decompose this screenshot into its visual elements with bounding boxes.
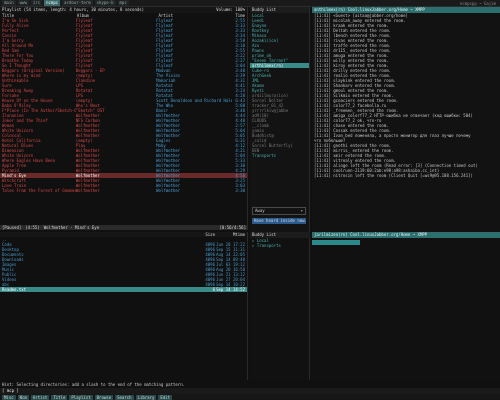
bottom-tab[interactable]: Title [51,394,68,400]
bottom-tab[interactable]: Browse [94,394,114,400]
track-title: Tales From the Forest of Gnomes [2,188,76,193]
bottom-tab[interactable]: Misc [2,394,16,400]
file-mtime: Sep 14 14:52 [216,287,245,292]
bottom-bar: Misc Ncm Artist Title Playlist Browse Search Li… [0,394,500,400]
chat-2-input[interactable] [312,240,360,245]
chat-log: [11:41] <Guest> [aitaa@jabber.org/home][… [312,13,500,178]
play-state: [Paused] [2,225,22,230]
bottom-tab[interactable]: Search [115,394,134,400]
prompt-text: [ mcp ] [2,388,19,393]
buddy-entries: Local Leedi Enayne Rootkey Mikasa Aozaki(ice)… [250,13,309,158]
track-time: 3:30 [235,188,245,193]
track-album: Wolfmother [75,188,100,193]
top-bar: main www irc ncmpc ardour-term skype-b mpc ncmp… [0,0,500,7]
workspace-tag[interactable]: ncmpc [44,0,61,6]
workspace-tag[interactable]: skype-b [94,0,116,6]
buddy-item[interactable]: Transports [250,153,309,158]
workspace-tag[interactable]: mpc [117,0,129,6]
bottom-tab[interactable]: Library [135,394,157,400]
status-message-field[interactable]: Have heard inside new... [252,218,306,224]
now-playing: Wolfmother - Mind's Eye [43,225,100,230]
buddy-group-transports[interactable]: ▸ Transports [250,243,309,248]
elapsed-time: (4:55) [25,225,40,230]
window-title: ncmpcpp ~ Gajim [459,0,496,6]
playlist-rows: I'm So Sick Flyleaf Flyleaf 2:55 Fully Alive… [0,18,247,193]
workspace-tag[interactable]: irc [30,0,43,6]
buddy-list: Buddy List Local Leedi Enayne Rootkey Mikasa… [250,7,310,232]
lower-right-pane: Buddy List ▸ Local ▸ Transports jarilmiz… [250,232,500,380]
chevron-down-icon: ▾ [300,208,303,213]
playlist-pane: Playlist (54 items, length: 4 hours, 30 … [0,7,248,225]
chat-2-header: jarilmizen(rn) Cool.linuxJabber.org/Home… [312,232,500,238]
player-status: [Paused] (4:55) Wolfmother - Mind's Eye … [0,225,248,230]
file-list: .. Code 4096 Jun 28 17:22 Desktop 4096 Sep 15 … [0,237,247,292]
file-name: Readme.txt [2,287,27,292]
bottom-tab[interactable]: Edit [158,394,173,400]
workspace-tag[interactable]: ardour-term [62,0,93,6]
workspace-tag[interactable]: main [2,0,16,6]
status-select[interactable]: Away ▾ [252,207,306,215]
track-artist: Wolfmother [156,188,181,193]
bottom-tab[interactable]: Artist [30,394,50,400]
workspace-tag[interactable]: www [17,0,29,6]
file-row[interactable]: Readme.txt 6 Sep 14 14:52 [0,287,247,292]
bottom-tab[interactable]: Playlist [69,394,93,400]
chat-window: anthilmex(rn) Cool.linuxJabber.org/Home … [312,7,500,232]
file-browser: Size Mtime .. Code 4096 Jun 28 17:22 Desktop… [0,232,248,380]
playlist-row[interactable]: Tales From the Forest of Gnomes Wolfmothe… [0,188,247,193]
buddy-list-2: ▸ Local ▸ Transports [250,238,310,380]
bottom-tab[interactable]: Ncm [17,394,29,400]
status-select-value: Away [255,208,265,213]
progress-time: [0:56/4:56] [219,225,247,230]
file-size: 6 [212,287,215,292]
chat-line: [11:41] nitrosin left the room (Client Q… [314,173,473,178]
